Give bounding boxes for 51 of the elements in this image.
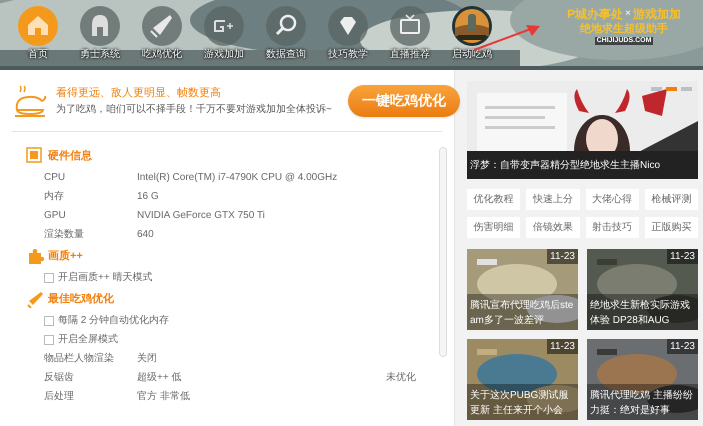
section-title: 画质++	[48, 248, 83, 264]
tag-button[interactable]: 快速上分	[526, 189, 580, 210]
date-badge: 11-23	[667, 339, 698, 354]
promo-subtitle: 为了吃鸡，咱们可以不择手段！千万不要对游戏加加全体投诉~	[56, 102, 333, 116]
section-title: 最佳吃鸡优化	[48, 292, 114, 307]
field-value: 官方 非常低	[137, 390, 190, 404]
tag-button[interactable]: 枪械评测	[644, 189, 698, 210]
field-label: CPU	[44, 171, 66, 185]
article-card[interactable]: 11-23 绝地求生新枪实际游戏体验 DP28和AUG	[587, 249, 698, 330]
field-label: 渲染数量	[44, 228, 85, 242]
article-title: 腾讯宣布代理吃鸡后steam多了一波差评	[470, 298, 574, 328]
article-title: 关于这次PUBG测试服更新 主任来开个小会	[470, 388, 570, 418]
article-card[interactable]: 11-23 腾讯代理吃鸡 主播纷纷力挺：绝对是好事	[587, 339, 698, 420]
banner-caption: 浮梦：自带变声器精分型绝地求生主播Nico	[470, 158, 660, 173]
article-title: 腾讯代理吃鸡 主播纷纷力挺：绝对是好事	[590, 388, 694, 418]
checkbox[interactable]	[44, 272, 54, 282]
field-label: 后处理	[44, 390, 75, 404]
chip-icon	[26, 147, 44, 165]
field-value: 16 G	[137, 190, 159, 204]
field-value: 超级++ 低	[137, 370, 182, 385]
section-title: 硬件信息	[48, 148, 92, 164]
checkbox-label: 开启全屏模式	[58, 332, 118, 347]
tag-button[interactable]: 射击技巧	[586, 217, 639, 238]
date-badge: 11-23	[667, 249, 698, 264]
checkbox[interactable]	[44, 316, 54, 326]
tag-button[interactable]: 伤害明细	[467, 217, 520, 238]
field-label: GPU	[44, 209, 67, 223]
tag-button[interactable]: 优化教程	[467, 189, 520, 210]
field-value: 关闭	[137, 352, 157, 366]
tag-button[interactable]: 大佬心得	[586, 189, 639, 210]
scrollbar[interactable]	[439, 147, 447, 357]
field-value: NVIDIA GeForce GTX 750 Ti	[137, 209, 265, 223]
field-label: 反锯齿	[44, 370, 75, 385]
field-label: 内存	[44, 190, 65, 204]
article-title: 绝地求生新枪实际游戏体验 DP28和AUG	[590, 298, 691, 328]
tag-button[interactable]: 倍镜效果	[526, 217, 580, 238]
status-text: 未优化	[386, 370, 416, 385]
puzzle-icon	[26, 247, 44, 265]
promo-headline: 看得更远、敌人更明显、帧数更高	[56, 86, 222, 100]
field-label: 物品栏人物渲染	[44, 352, 115, 366]
date-badge: 11-23	[547, 339, 578, 354]
article-card[interactable]: 11-23 关于这次PUBG测试服更新 主任来开个小会	[467, 339, 578, 420]
checkbox[interactable]	[44, 334, 54, 344]
date-badge: 11-23	[547, 249, 578, 264]
article-card[interactable]: 11-23 腾讯宣布代理吃鸡后steam多了一波差评	[467, 249, 578, 330]
checkbox-label: 开启画质++ 晴天模式	[58, 270, 152, 285]
tag-button[interactable]: 正版购买	[644, 217, 698, 238]
field-value: 640	[137, 228, 154, 242]
field-value: Intel(R) Core(TM) i7-4790K CPU @ 4.00GHz	[137, 171, 338, 185]
checkbox-label: 每隔 2 分钟自动优化内存	[58, 314, 170, 328]
roast-chicken-icon	[12, 84, 48, 118]
